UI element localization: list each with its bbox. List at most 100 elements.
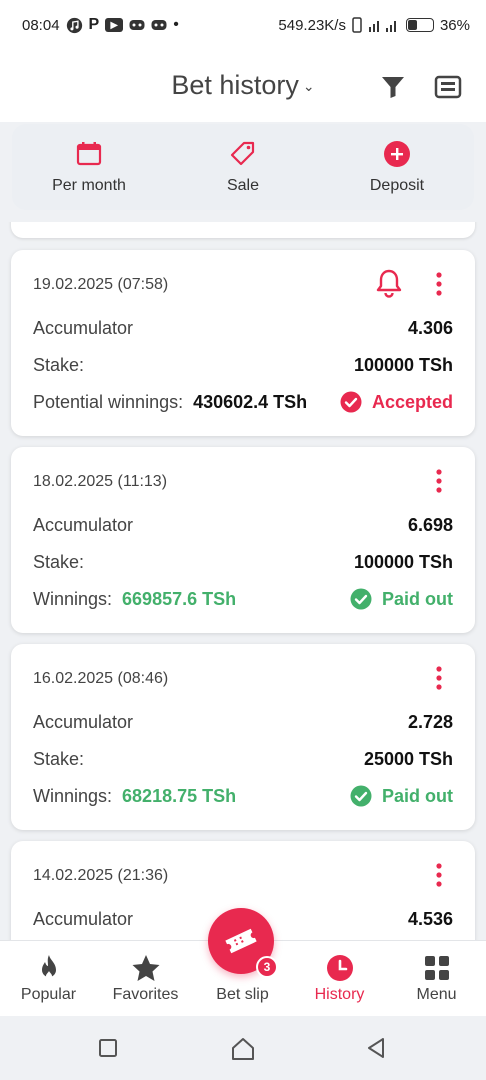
winnings-value: 430602.4 TSh bbox=[193, 391, 308, 412]
stake-row: Stake: 100000 TSh bbox=[33, 355, 453, 376]
chevron-down-icon: ⌄ bbox=[302, 78, 315, 95]
deposit-label: Deposit bbox=[369, 177, 425, 194]
winnings-row: Winnings: 669857.6 TSh Paid out bbox=[33, 588, 453, 610]
nav-popular[interactable]: Popular bbox=[0, 941, 97, 1017]
battery-icon bbox=[405, 18, 434, 32]
check-circle-icon bbox=[350, 588, 372, 610]
fire-icon bbox=[41, 955, 56, 979]
check-circle-icon bbox=[350, 785, 372, 807]
more-vert-icon[interactable] bbox=[429, 467, 449, 495]
nav-label: History bbox=[314, 986, 365, 1003]
stake-row: Stake: 100000 TSh bbox=[33, 552, 453, 573]
bet-type: Accumulator bbox=[33, 909, 134, 929]
recents-icon[interactable] bbox=[96, 1036, 122, 1062]
bet-list[interactable]: 19.02.2025 (07:58) Accumulator 4.306 Sta… bbox=[0, 222, 486, 940]
bell-icon[interactable] bbox=[375, 268, 403, 298]
winnings-label: Potential winnings: bbox=[33, 391, 184, 412]
star-icon bbox=[132, 955, 159, 981]
status-bar: 08:04 P ▶ • 549.23K/s 36% bbox=[0, 0, 486, 50]
bet-card-partial bbox=[11, 222, 475, 238]
more-vert-icon[interactable] bbox=[429, 861, 449, 889]
tag-icon bbox=[228, 139, 258, 169]
status-badge: Paid out bbox=[350, 588, 453, 610]
per-month-label: Per month bbox=[52, 177, 126, 194]
receipt-icon[interactable] bbox=[434, 74, 464, 100]
bet-date: 16.02.2025 (08:46) bbox=[33, 670, 169, 687]
home-icon[interactable] bbox=[230, 1036, 256, 1062]
bet-card[interactable]: 16.02.2025 (08:46) Accumulator 2.728 Sta… bbox=[11, 644, 475, 830]
status-badge: Accepted bbox=[340, 391, 453, 413]
deposit-button[interactable]: Deposit bbox=[332, 139, 462, 195]
bet-type-row: Accumulator 4.306 bbox=[33, 318, 453, 339]
gamepad-icon bbox=[151, 19, 167, 31]
bet-odds: 6.698 bbox=[407, 515, 453, 535]
grid-icon bbox=[424, 956, 449, 980]
bet-type: Accumulator bbox=[33, 515, 134, 535]
net-speed: 549.23K/s bbox=[278, 16, 346, 34]
sale-label: Sale bbox=[226, 177, 260, 194]
stake-value: 100000 TSh bbox=[353, 355, 453, 375]
back-icon[interactable] bbox=[364, 1036, 390, 1062]
bet-odds: 4.306 bbox=[407, 318, 453, 338]
music-icon bbox=[66, 17, 83, 34]
bet-date: 14.02.2025 (21:36) bbox=[33, 867, 169, 884]
nav-label: Bet slip bbox=[216, 986, 269, 1003]
bet-odds: 2.728 bbox=[407, 712, 453, 732]
stake-label: Stake: bbox=[33, 749, 85, 769]
sale-button[interactable]: Sale bbox=[178, 139, 308, 195]
clock-icon bbox=[326, 955, 353, 981]
phone-outline-icon bbox=[352, 17, 362, 33]
winnings-value: 669857.6 TSh bbox=[122, 588, 237, 609]
stake-value: 25000 TSh bbox=[363, 749, 453, 769]
p-icon: P bbox=[88, 16, 100, 33]
bet-type-row: Accumulator 6.698 bbox=[33, 515, 453, 536]
battery-percent: 36% bbox=[439, 16, 470, 34]
status-text: Accepted bbox=[371, 391, 453, 412]
more-vert-icon[interactable] bbox=[429, 270, 449, 298]
winnings-value: 68218.75 TSh bbox=[122, 785, 237, 806]
bet-type-row: Accumulator 2.728 bbox=[33, 712, 453, 733]
winnings-row: Winnings: 68218.75 TSh Paid out bbox=[33, 785, 453, 807]
gamepad-icon bbox=[129, 19, 145, 31]
bet-type: Accumulator bbox=[33, 318, 134, 338]
winnings-row: Potential winnings: 430602.4 TSh Accepte… bbox=[33, 391, 453, 413]
status-text: Paid out bbox=[382, 785, 453, 806]
ticket-icon bbox=[225, 928, 257, 954]
signal-icon bbox=[368, 17, 400, 33]
nav-menu[interactable]: Menu bbox=[388, 941, 485, 1017]
status-time: 08:04 bbox=[22, 16, 60, 34]
bet-odds: 4.536 bbox=[407, 909, 453, 929]
stake-label: Stake: bbox=[33, 355, 85, 375]
bet-card[interactable]: 18.02.2025 (11:13) Accumulator 6.698 Sta… bbox=[11, 447, 475, 633]
winnings-label: Winnings: bbox=[33, 588, 113, 609]
nav-label: Favorites bbox=[112, 986, 179, 1003]
bet-type: Accumulator bbox=[33, 712, 134, 732]
plus-circle-icon bbox=[382, 139, 412, 169]
quick-actions-panel: Per month Sale Deposit bbox=[12, 124, 474, 210]
bet-card[interactable]: 19.02.2025 (07:58) Accumulator 4.306 Sta… bbox=[11, 250, 475, 436]
stake-row: Stake: 25000 TSh bbox=[33, 749, 453, 770]
bet-date: 19.02.2025 (07:58) bbox=[33, 276, 169, 293]
filter-icon[interactable] bbox=[380, 74, 410, 100]
nav-label: Popular bbox=[20, 986, 77, 1003]
stake-label: Stake: bbox=[33, 552, 85, 572]
more-dots-icon: • bbox=[173, 16, 179, 33]
page-title-text: Bet history bbox=[171, 70, 299, 100]
youtube-icon: ▶ bbox=[105, 18, 124, 32]
nav-label: Menu bbox=[416, 986, 457, 1003]
system-nav-bar bbox=[0, 1016, 486, 1080]
bet-date: 18.02.2025 (11:13) bbox=[33, 473, 168, 490]
more-vert-icon[interactable] bbox=[429, 664, 449, 692]
per-month-button[interactable]: Per month bbox=[24, 139, 154, 195]
stake-value: 100000 TSh bbox=[353, 552, 453, 572]
page-title[interactable]: Bet history ⌄ bbox=[0, 70, 486, 101]
status-badge: Paid out bbox=[350, 785, 453, 807]
bet-slip-count-badge: 3 bbox=[256, 956, 278, 978]
nav-favorites[interactable]: Favorites bbox=[97, 941, 194, 1017]
calendar-icon bbox=[74, 139, 104, 169]
winnings-label: Winnings: bbox=[33, 785, 113, 806]
check-circle-icon bbox=[340, 391, 362, 413]
nav-history[interactable]: History bbox=[291, 941, 388, 1017]
app-header: Bet history ⌄ bbox=[0, 50, 486, 122]
status-text: Paid out bbox=[382, 588, 453, 609]
